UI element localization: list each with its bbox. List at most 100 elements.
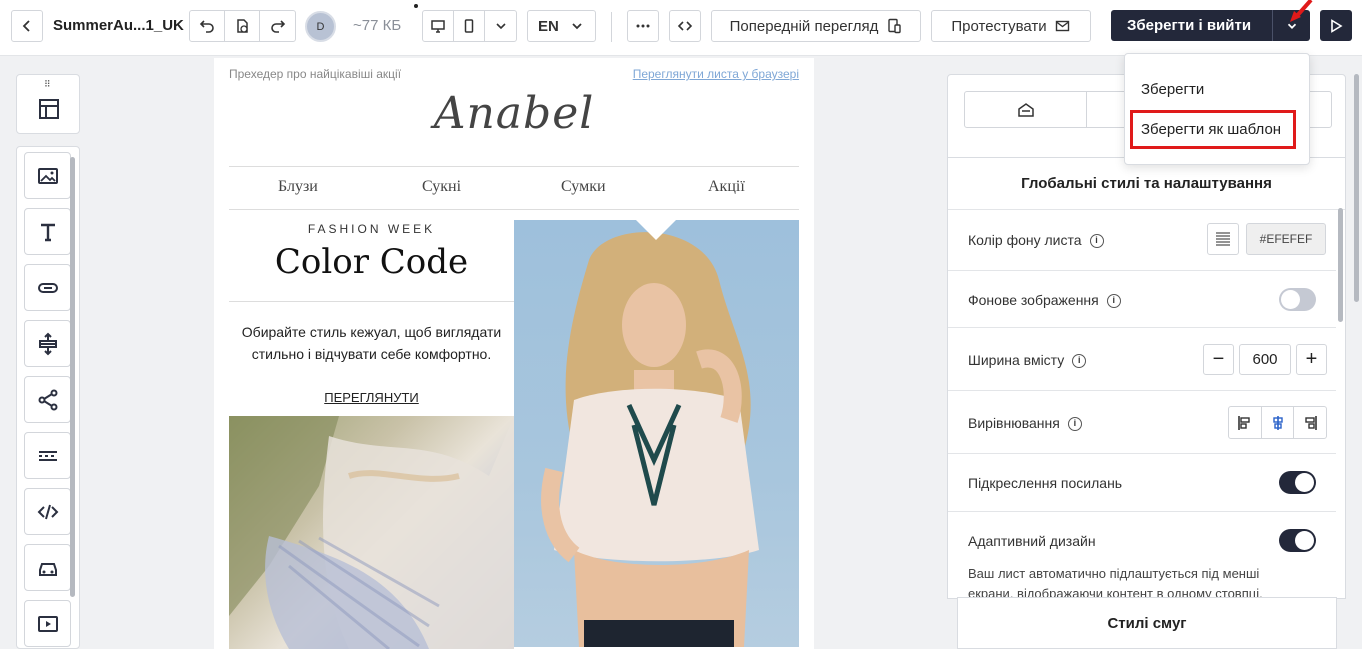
nav-item-sales[interactable]: Акції (708, 178, 745, 196)
history-button[interactable] (225, 11, 260, 41)
nav-item-dresses[interactable]: Сукні (422, 178, 461, 196)
brand-logo[interactable]: Anabel (214, 88, 814, 139)
info-icon[interactable]: i (1089, 234, 1104, 249)
headline[interactable]: Color Code (229, 242, 514, 282)
code-icon (677, 21, 693, 31)
adaptive-note: Ваш лист автоматично підлаштується під м… (968, 566, 1263, 599)
toggle-knob (1295, 473, 1314, 492)
document-history-icon (237, 19, 248, 33)
redo-icon (270, 20, 285, 33)
preview-button[interactable]: Попередній перегляд (711, 10, 921, 42)
blouse-photo-art (229, 416, 514, 649)
align-left-icon (1238, 415, 1250, 430)
mobile-icon (464, 19, 474, 33)
info-icon[interactable]: i (1072, 354, 1087, 369)
setting-row-bg-color: Колір фону листа i #EFEFEF (948, 210, 1336, 271)
setting-row-bg-image: Фонове зображення i (948, 271, 1336, 328)
bg-color-value[interactable]: #EFEFEF (1246, 223, 1326, 255)
bg-color-swatch[interactable] (1207, 223, 1239, 255)
settings-scrollbar[interactable] (1338, 208, 1343, 322)
kicker-text[interactable]: FASHION WEEK (229, 222, 514, 236)
nav-item-blouses[interactable]: Блузи (278, 178, 318, 196)
info-icon[interactable]: i (1106, 294, 1121, 309)
html-block-tool[interactable] (24, 488, 71, 535)
send-mail-icon (1055, 20, 1069, 32)
menu-item-save[interactable]: Зберегти (1141, 81, 1204, 98)
test-button[interactable]: Протестувати (931, 10, 1091, 42)
align-left-button[interactable] (1229, 407, 1262, 438)
model-photo[interactable] (514, 220, 799, 647)
info-icon[interactable]: i (1067, 417, 1082, 432)
global-styles-card: Глобальні стилі та налаштування Колір фо… (947, 157, 1346, 599)
back-button[interactable] (11, 10, 43, 42)
code-view-button[interactable] (669, 10, 701, 42)
email-canvas[interactable]: Прехедер про найцікавіші акції Перегляну… (214, 58, 814, 649)
desktop-view-button[interactable] (423, 11, 454, 41)
blouse-photo[interactable] (229, 416, 514, 649)
toggle-knob (1281, 290, 1300, 309)
amp-block-tool[interactable] (24, 544, 71, 591)
bg-image-label: Фонове зображення i (968, 292, 1121, 309)
link-underline-toggle[interactable] (1279, 471, 1316, 494)
chevron-down-icon (572, 23, 582, 30)
width-label-text: Ширина вмісту (968, 352, 1065, 368)
description-text[interactable]: Обирайте стиль кежуал, щоб виглядати сти… (229, 321, 514, 365)
spacer-icon (38, 332, 57, 355)
button-block-tool[interactable] (24, 264, 71, 311)
drag-handle-icon[interactable]: ⠿ (44, 79, 51, 90)
layout-blocks-icon[interactable] (37, 97, 61, 121)
image-notch (636, 220, 676, 240)
text-block-tool[interactable] (24, 208, 71, 255)
align-center-button[interactable] (1262, 407, 1295, 438)
image-block-tool[interactable] (24, 152, 71, 199)
nav-bottom-divider (229, 209, 799, 210)
social-block-tool[interactable] (24, 376, 71, 423)
setting-row-width: Ширина вмісту i − 600 + (948, 328, 1336, 391)
divider (611, 12, 612, 42)
save-and-exit-button[interactable]: Зберегти і вийти (1111, 10, 1273, 41)
divider-block-tool[interactable] (24, 432, 71, 479)
width-increase-button[interactable]: + (1296, 344, 1327, 375)
alignment-label-text: Вирівнювання (968, 415, 1060, 431)
bg-color-label-text: Колір фону листа (968, 232, 1082, 248)
content-divider (229, 301, 514, 302)
align-right-button[interactable] (1294, 407, 1326, 438)
device-dropdown-button[interactable] (485, 11, 516, 41)
sidebar-scrollbar[interactable] (70, 157, 75, 597)
language-select[interactable]: EN (527, 10, 596, 42)
car-icon (38, 562, 57, 576)
redo-button[interactable] (260, 11, 295, 41)
strip-styles-section[interactable]: Стилі смуг (957, 597, 1337, 649)
preview-devices-icon (888, 18, 902, 34)
divider-icon (38, 450, 57, 461)
device-toggle-group (422, 10, 517, 42)
home-mail-icon (1017, 102, 1034, 117)
panel-scrollbar[interactable] (1354, 74, 1359, 302)
undo-icon (199, 20, 214, 33)
undo-button[interactable] (190, 11, 225, 41)
setting-row-link-underline: Підкреслення посилань (948, 454, 1336, 512)
plus-icon: + (1305, 348, 1318, 370)
run-button[interactable] (1320, 10, 1352, 41)
alignment-label: Вирівнювання i (968, 415, 1082, 432)
view-link[interactable]: ПЕРЕГЛЯНУТИ (229, 390, 514, 405)
highlight-box (1130, 110, 1296, 149)
width-input[interactable]: 600 (1239, 344, 1291, 375)
more-options-button[interactable] (627, 10, 659, 42)
adaptive-toggle[interactable] (1279, 529, 1316, 552)
nav-item-bags[interactable]: Сумки (561, 178, 606, 196)
tab-appearance[interactable] (965, 92, 1088, 127)
structure-panel: ⠿ (16, 74, 80, 134)
email-title[interactable]: SummerAu...1_UK (53, 17, 184, 34)
bg-image-toggle[interactable] (1279, 288, 1316, 311)
video-block-tool[interactable] (24, 600, 71, 647)
preheader-text[interactable]: Прехедер про найцікавіші акції (229, 67, 401, 81)
status-dot (414, 4, 418, 8)
web-version-link[interactable]: Переглянути листа у браузері (633, 67, 799, 81)
bg-image-label-text: Фонове зображення (968, 292, 1099, 308)
mobile-view-button[interactable] (454, 11, 485, 41)
avatar[interactable]: D (305, 11, 336, 42)
email-size: ~77 КБ (353, 17, 402, 34)
width-decrease-button[interactable]: − (1203, 344, 1234, 375)
spacer-block-tool[interactable] (24, 320, 71, 367)
